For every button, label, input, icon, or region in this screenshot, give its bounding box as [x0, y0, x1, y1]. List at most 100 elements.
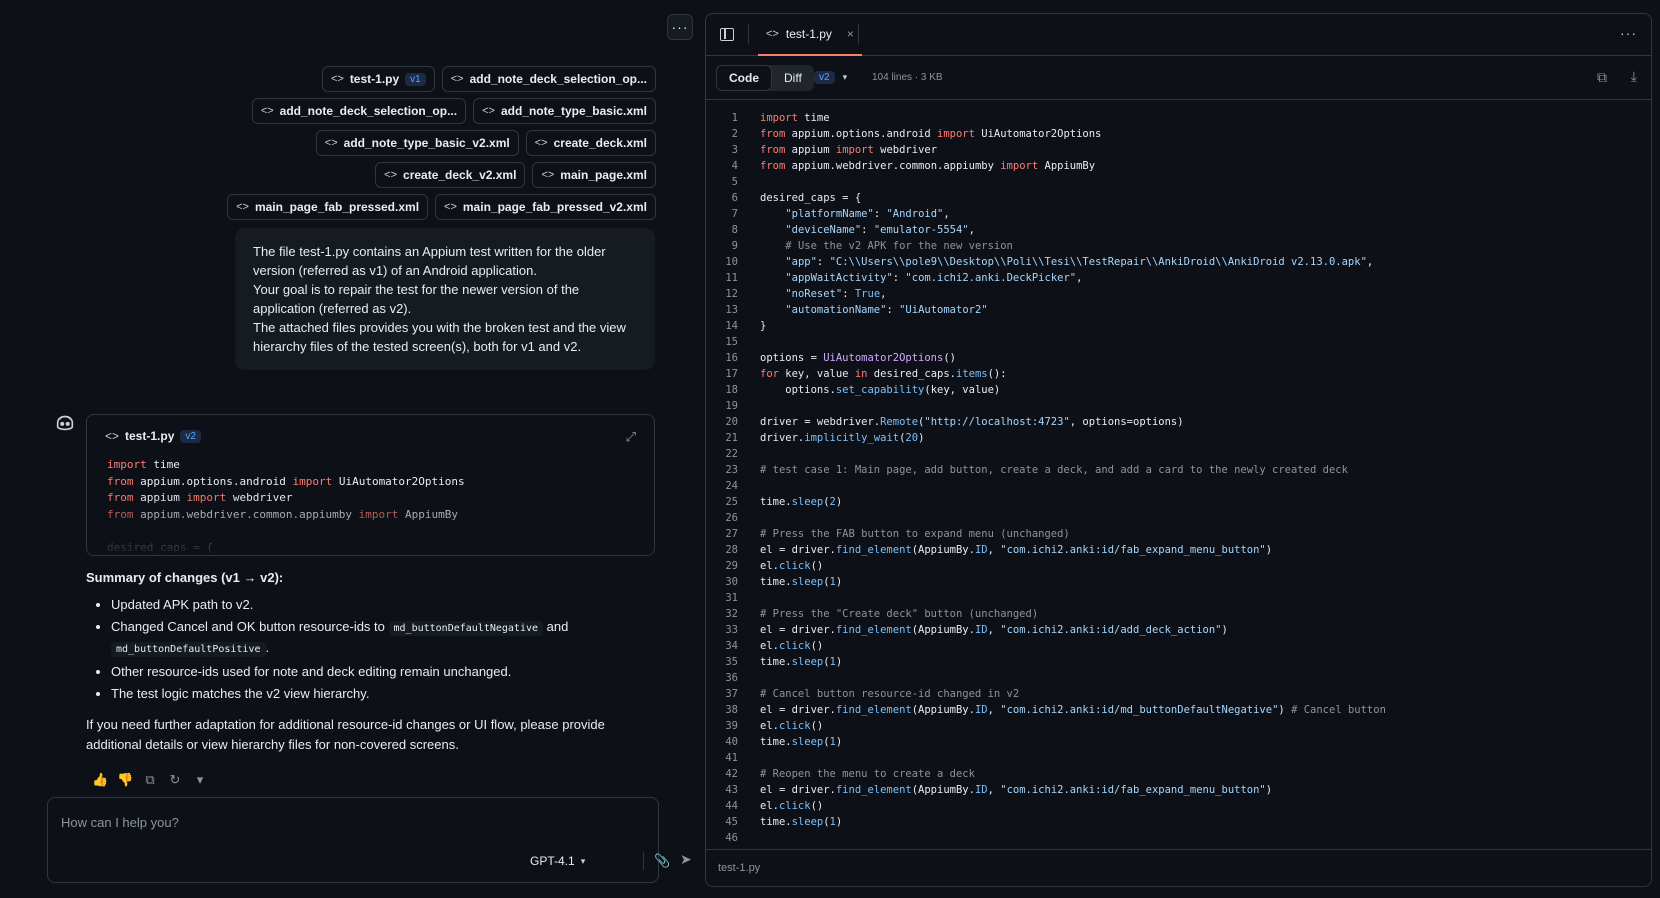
code-token: options.: [760, 384, 836, 396]
code-token: from: [760, 128, 786, 140]
thumbs-down-icon[interactable]: 👎: [117, 772, 133, 788]
code-token: find_element: [835, 704, 912, 716]
line-text: "automationName": "UiAutomator2": [760, 302, 987, 318]
code-token: from: [760, 160, 786, 172]
download-icon[interactable]: ⤓: [1631, 68, 1637, 85]
line-text: # test case 1: Main page, add button, cr…: [760, 462, 1348, 478]
code-line: 9 # Use the v2 APK for the new version: [706, 238, 1386, 254]
line-number: 33: [725, 624, 738, 636]
code-line: 40 time.sleep(1): [706, 734, 1386, 750]
code-token: sleep: [791, 656, 824, 668]
model-selector[interactable]: GPT-4.1 ▾: [530, 854, 585, 868]
more-options-icon[interactable]: ···: [1620, 25, 1637, 41]
line-number: 3: [731, 144, 738, 156]
copy-icon[interactable]: ⧉: [142, 772, 158, 788]
line-number: 31: [725, 592, 738, 604]
version-selector[interactable]: v2 ▾: [814, 71, 847, 84]
code-token: 20: [905, 432, 919, 444]
code-line: 39 el.click(): [706, 718, 1386, 734]
send-icon[interactable]: ➤: [680, 851, 692, 868]
attachment-chip[interactable]: <> create_deck.xml: [525, 130, 656, 156]
attachment-chip[interactable]: <> main_page_fab_pressed_v2.xml: [435, 194, 656, 220]
code-token: time.: [760, 496, 792, 508]
line-number: 17: [725, 368, 738, 380]
paperclip-icon[interactable]: 📎: [654, 853, 670, 869]
line-number: 10: [725, 256, 738, 268]
chevron-down-icon[interactable]: ▾: [192, 772, 208, 788]
line-number: 2: [731, 128, 738, 140]
code-token: (): [810, 800, 824, 812]
expand-icon[interactable]: ⤢: [626, 429, 636, 445]
attachment-chip[interactable]: <> main_page.xml: [532, 162, 656, 188]
code-line: 5: [706, 174, 1386, 190]
copy-icon[interactable]: ⧉: [1597, 69, 1607, 86]
code-token: (key, value): [924, 384, 1001, 396]
attachment-chip[interactable]: <> add_note_deck_selection_op...: [251, 98, 467, 124]
line-text: from appium import webdriver: [760, 142, 937, 158]
attachment-chip[interactable]: <> create_deck_v2.xml: [375, 162, 526, 188]
code-token: el.: [760, 560, 779, 572]
close-icon[interactable]: ×: [847, 27, 854, 41]
chat-input[interactable]: [61, 812, 641, 832]
code-icon: <>: [260, 105, 274, 117]
code-token: ): [1278, 704, 1292, 716]
viewer-status-bar: test-1.py: [706, 849, 1651, 886]
code-line: 25 time.sleep(2): [706, 494, 1386, 510]
attachment-chip[interactable]: <> add_note_deck_selection_op...: [441, 66, 656, 92]
line-number: 29: [725, 560, 738, 572]
code-token: time.: [760, 656, 792, 668]
attachment-chip[interactable]: <> add_note_type_basic.xml: [473, 98, 656, 124]
line-text: time.sleep(2): [760, 494, 842, 510]
code-token: "noReset": [785, 288, 843, 300]
line-text: time.sleep(1): [760, 734, 842, 750]
divider: [858, 24, 859, 44]
line-text: "noReset": True,: [760, 286, 886, 302]
code-line: 10 "app": "C:\\Users\\pole9\\Desktop\\Po…: [706, 254, 1386, 270]
line-number: 11: [725, 272, 738, 284]
code-token: sleep: [791, 736, 824, 748]
code-token: # Press the "Create deck" button (unchan…: [760, 608, 1039, 620]
code-icon: <>: [384, 169, 398, 181]
code-view: 1 import time 2 from appium.options.android…: [706, 100, 1651, 851]
code-line: 16 options = UiAutomator2Options(): [706, 350, 1386, 366]
code-token: Remote: [880, 416, 919, 428]
line-text: el = driver.find_element(AppiumBy.ID, "c…: [760, 622, 1228, 638]
code-token: (): [943, 352, 956, 364]
attachment-chip[interactable]: <> add_note_type_basic_v2.xml: [315, 130, 519, 156]
divider: [748, 24, 749, 44]
code-line: 6 desired_caps = {: [706, 190, 1386, 206]
line-number: 36: [725, 672, 738, 684]
summary-heading: Summary of changes (v1 → v2):: [86, 570, 284, 585]
sidebar-toggle-icon[interactable]: [720, 28, 734, 41]
more-options-button[interactable]: ···: [667, 14, 693, 40]
code-token: "com.ichi2.anki:id/fab_expand_menu_butto…: [1000, 784, 1266, 796]
diff-view-button[interactable]: Diff: [772, 65, 814, 91]
code-token: UiAutomator2Options: [974, 128, 1102, 140]
line-number: 6: [731, 192, 738, 204]
code-token: (): [810, 640, 824, 652]
line-text: import time: [760, 110, 830, 126]
line-text: # Press the "Create deck" button (unchan…: [760, 606, 1038, 622]
attachment-list: <> test-1.py v1 <> add_note_deck_selection_o…: [227, 66, 656, 220]
chat-composer: GPT-4.1 ▾ 📎 ➤: [47, 797, 692, 883]
code-token: key, value: [778, 368, 855, 380]
code-token: ): [1221, 624, 1228, 636]
attachment-chip[interactable]: <> test-1.py v1: [321, 66, 435, 92]
thumbs-up-icon[interactable]: 👍: [92, 772, 108, 788]
code-token: time: [153, 458, 180, 471]
retry-icon[interactable]: ↻: [167, 772, 183, 788]
file-viewer: <> test-1.py × ··· Code Diff v2 ▾ 104 li…: [705, 13, 1652, 887]
code-token: el.: [760, 720, 779, 732]
line-text: el.click(): [760, 638, 823, 654]
code-token: # Use the v2 APK for the new version: [785, 240, 1013, 252]
chevron-down-icon: ▾: [842, 72, 848, 82]
tab-file[interactable]: <> test-1.py ×: [758, 14, 862, 56]
attachment-chip[interactable]: <> main_page_fab_pressed.xml: [227, 194, 429, 220]
line-text: el.click(): [760, 558, 823, 574]
line-number: 7: [731, 208, 738, 220]
code-view-button[interactable]: Code: [716, 65, 772, 91]
code-token: ): [918, 432, 925, 444]
code-block-card[interactable]: <> test-1.py v2 ⤢ import time from appium…: [86, 414, 655, 556]
code-line: 20 driver = webdriver.Remote("http://loca…: [706, 414, 1386, 430]
code-token: "com.ichi2.anki:id/fab_expand_menu_butto…: [1000, 544, 1266, 556]
